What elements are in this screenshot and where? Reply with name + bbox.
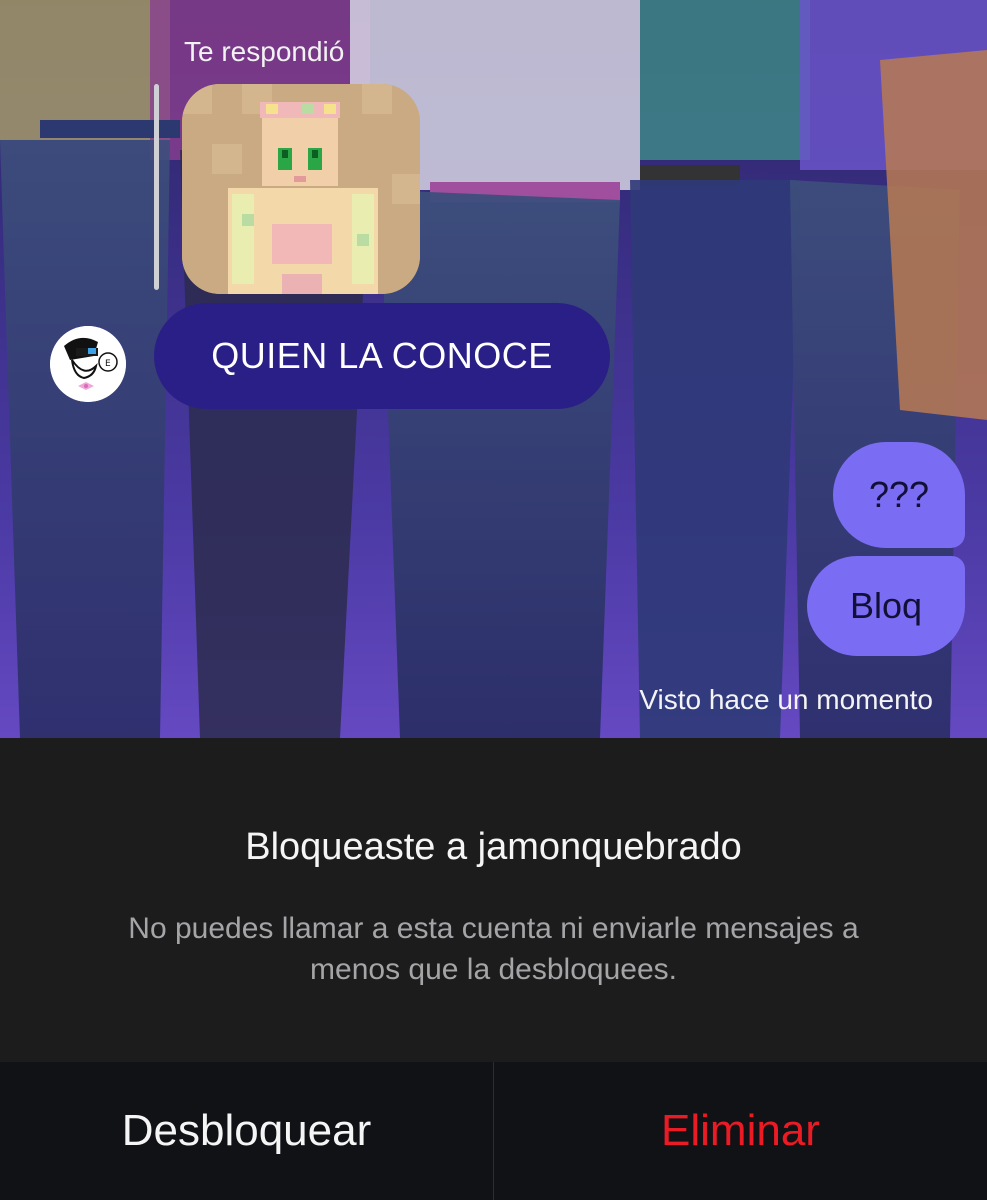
replied-story-thumbnail[interactable] [182,84,420,294]
blocked-title: Bloqueaste a jamonquebrado [245,826,742,868]
seen-status: Visto hace un momento [639,684,933,715]
blocked-account-panel: Bloqueaste a jamonquebrado No puedes lla… [0,738,987,1062]
action-bar: Desbloquear Eliminar [0,1062,987,1200]
minecraft-skin-image [182,84,420,294]
reply-label: Te respondió [184,36,345,67]
blocked-description: No puedes llamar a esta cuenta ni enviar… [128,912,859,986]
contact-avatar[interactable]: E [50,326,126,402]
cartoon-avatar-icon: E [50,326,126,402]
reply-indicator-bar [154,84,159,290]
chat-area: Te respondió E QUIEN LA CONOCE ??? Bloq … [0,0,987,738]
outgoing-message-bubble[interactable]: ??? [833,442,965,548]
unblock-button[interactable]: Desbloquear [0,1062,494,1200]
delete-button[interactable]: Eliminar [494,1062,987,1200]
outgoing-message-bubble[interactable]: Bloq [807,556,965,656]
incoming-message-bubble[interactable]: QUIEN LA CONOCE [154,303,610,409]
svg-text:E: E [105,359,111,369]
